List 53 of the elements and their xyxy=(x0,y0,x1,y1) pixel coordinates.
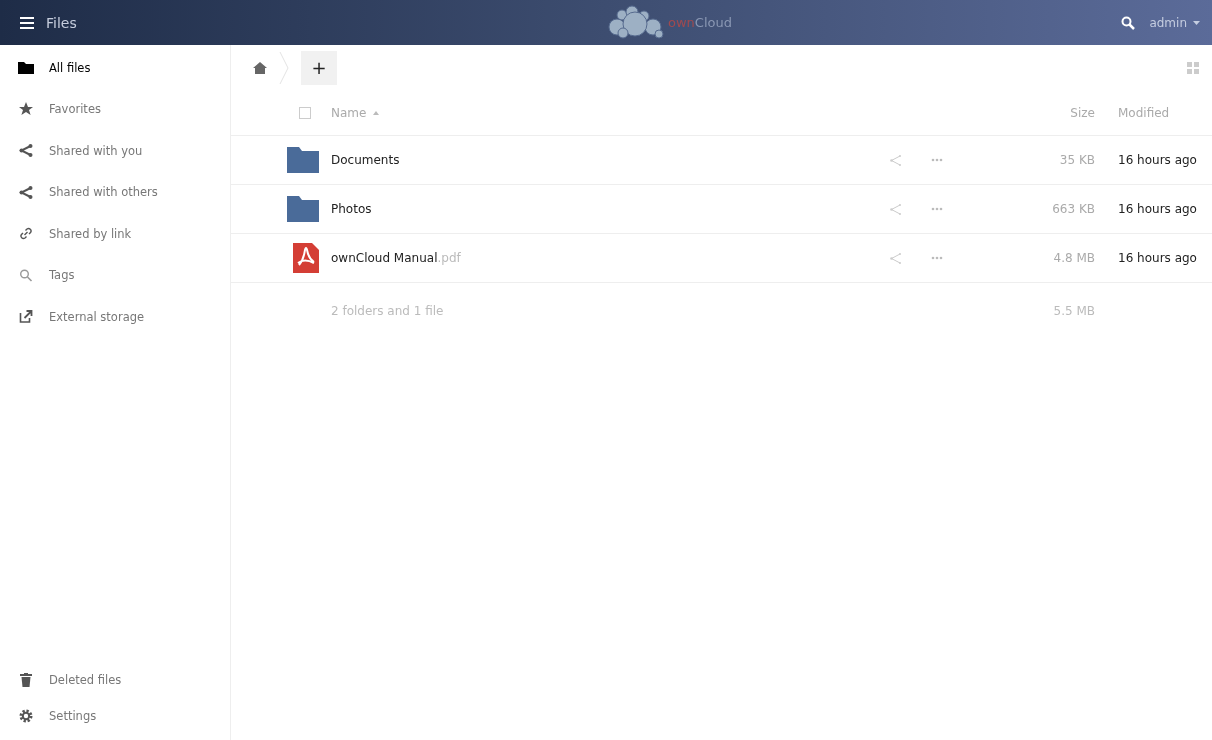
search-icon[interactable] xyxy=(1121,15,1136,30)
logo-text: ownCloud xyxy=(668,14,732,30)
trash-icon xyxy=(18,673,34,687)
sidebar-item[interactable]: Favorites xyxy=(0,88,230,130)
cloud-logo-icon xyxy=(608,5,664,39)
file-name[interactable]: ownCloud Manual.pdf xyxy=(331,251,461,265)
grid-view-icon[interactable] xyxy=(1187,61,1199,74)
name-column-header[interactable]: Name xyxy=(331,105,380,120)
app-title[interactable]: Files xyxy=(46,14,77,31)
summary-text: 2 folders and 1 file xyxy=(331,304,444,318)
gear-icon xyxy=(18,709,34,723)
file-size: 4.8 MB xyxy=(1053,251,1095,265)
share-icon[interactable] xyxy=(890,203,901,215)
new-button[interactable]: + xyxy=(301,50,337,85)
more-icon[interactable] xyxy=(931,207,943,211)
user-menu[interactable]: admin xyxy=(1149,15,1200,30)
menu-icon[interactable] xyxy=(20,16,34,29)
total-size: 5.5 MB xyxy=(1053,304,1095,318)
external-link-icon xyxy=(18,310,34,324)
modified-time: 16 hours ago xyxy=(1118,202,1197,216)
caret-icon xyxy=(1193,20,1200,25)
share-icon[interactable] xyxy=(890,154,901,166)
modified-time: 16 hours ago xyxy=(1118,251,1197,265)
sidebar-item[interactable]: All files xyxy=(0,47,230,89)
size-column-header[interactable]: Size xyxy=(1070,105,1095,120)
sidebar-item[interactable]: Deleted files xyxy=(0,662,230,698)
sort-caret-icon xyxy=(373,110,380,115)
sidebar-item[interactable]: Tags xyxy=(0,254,230,296)
select-all-checkbox[interactable] xyxy=(299,106,311,119)
more-icon[interactable] xyxy=(931,158,943,162)
pdf-file-icon xyxy=(293,243,319,273)
star-icon xyxy=(18,102,34,117)
sidebar-item[interactable]: Settings xyxy=(0,698,230,734)
file-name[interactable]: Photos xyxy=(331,202,372,216)
sidebar-item[interactable]: Shared with others xyxy=(0,171,230,213)
home-icon[interactable] xyxy=(253,61,267,74)
more-icon[interactable] xyxy=(931,256,943,260)
modified-time: 16 hours ago xyxy=(1118,153,1197,167)
folder-icon xyxy=(287,147,319,173)
file-name[interactable]: Documents xyxy=(331,153,400,167)
file-size: 35 KB xyxy=(1059,153,1095,167)
sidebar-item[interactable]: Shared by link xyxy=(0,213,230,255)
share-icon[interactable] xyxy=(890,252,901,264)
modified-column-header[interactable]: Modified xyxy=(1118,105,1170,120)
sidebar-item[interactable]: Shared with you xyxy=(0,130,230,172)
link-icon xyxy=(18,227,34,241)
share-icon xyxy=(18,185,34,199)
share-icon xyxy=(18,144,34,158)
folder-icon xyxy=(287,196,319,222)
sidebar-item[interactable]: External storage xyxy=(0,296,230,338)
search-icon xyxy=(18,268,34,282)
file-size: 663 KB xyxy=(1052,202,1095,216)
folder-icon xyxy=(18,61,34,74)
